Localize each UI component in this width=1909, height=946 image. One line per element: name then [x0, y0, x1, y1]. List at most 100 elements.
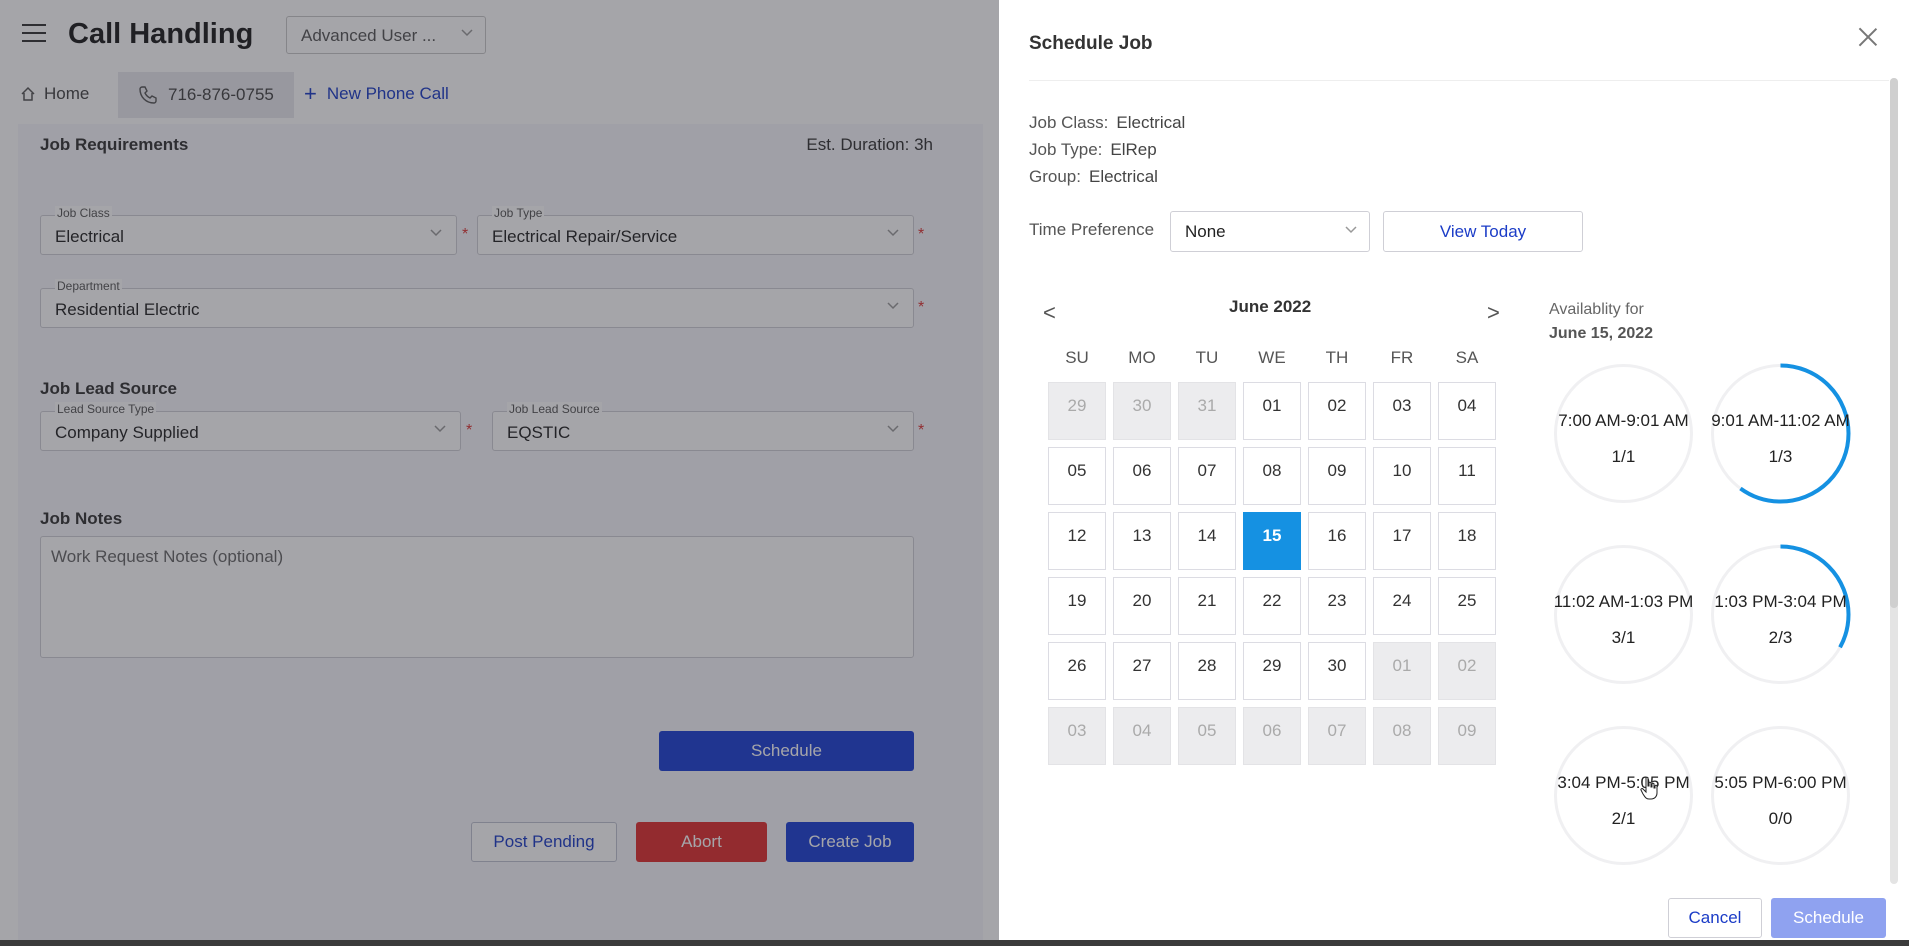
slot-ring-track — [1554, 364, 1693, 503]
group-info-label: Group: — [1029, 167, 1081, 186]
schedule-confirm-button[interactable]: Schedule — [1771, 898, 1886, 938]
availability-date: June 15, 2022 — [1549, 325, 1654, 342]
slot-ring-track — [1711, 726, 1850, 865]
calendar-day[interactable]: 24 — [1373, 577, 1431, 635]
weekday-label: TU — [1195, 348, 1219, 367]
slot-ring — [1711, 726, 1850, 865]
calendar-day[interactable]: 16 — [1308, 512, 1366, 570]
calendar-day[interactable]: 29 — [1243, 642, 1301, 700]
weekday-label: SA — [1455, 348, 1479, 367]
slot-time: 1:03 PM-3:04 PM — [1714, 592, 1847, 611]
slot-time: 3:04 PM-5:05 PM — [1557, 773, 1690, 792]
slot-count: 3/1 — [1611, 628, 1636, 647]
calendar-day[interactable]: 10 — [1373, 447, 1431, 505]
calendar-day[interactable]: 20 — [1113, 577, 1171, 635]
calendar-day[interactable]: 23 — [1308, 577, 1366, 635]
calendar-day[interactable]: 13 — [1113, 512, 1171, 570]
calendar-day[interactable]: 04 — [1438, 382, 1496, 440]
slot-count: 0/0 — [1768, 809, 1793, 828]
time-preference-value: None — [1185, 222, 1226, 241]
call-handling-app: Call Handling Advanced User ... Home 716… — [0, 0, 999, 946]
chevron-down-icon — [1345, 226, 1357, 234]
slot-time: 11:02 AM-1:03 PM — [1553, 592, 1694, 611]
job-type-info: Job Type: ElRep — [1029, 140, 1157, 160]
slot-count: 1/1 — [1611, 447, 1636, 466]
slot-ring — [1554, 726, 1693, 865]
availability-header: Availablity for June 15, 2022 — [1549, 298, 1653, 346]
calendar-day: 02 — [1438, 642, 1496, 700]
weekday-label: MO — [1128, 348, 1156, 367]
calendar-day[interactable]: 18 — [1438, 512, 1496, 570]
slot-count: 1/3 — [1768, 447, 1793, 466]
job-class-info-label: Job Class: — [1029, 113, 1109, 132]
calendar-day[interactable]: 25 — [1438, 577, 1496, 635]
calendar-day: 06 — [1243, 707, 1301, 765]
calendar-day: 31 — [1178, 382, 1236, 440]
slot-ring — [1554, 545, 1693, 684]
weekday-label: WE — [1258, 348, 1286, 367]
availability-slot[interactable]: 11:02 AM-1:03 PM 3/1 — [1551, 542, 1696, 687]
calendar-day[interactable]: 03 — [1373, 382, 1431, 440]
availability-slot[interactable]: 3:04 PM-5:05 PM 2/1 — [1551, 723, 1696, 868]
slot-time: 7:00 AM-9:01 AM — [1558, 411, 1689, 430]
availability-slot[interactable]: 1:03 PM-3:04 PM 2/3 — [1708, 542, 1853, 687]
group-info-value: Electrical — [1088, 167, 1158, 186]
calendar-month: June 2022 — [1229, 297, 1312, 316]
calendar-day[interactable]: 30 — [1308, 642, 1366, 700]
calendar-day[interactable]: 27 — [1113, 642, 1171, 700]
slot-ring — [1710, 544, 1851, 685]
calendar-day[interactable]: 28 — [1178, 642, 1236, 700]
calendar-day: 30 — [1113, 382, 1171, 440]
cancel-button[interactable]: Cancel — [1668, 898, 1762, 938]
calendar-day[interactable]: 07 — [1178, 447, 1236, 505]
slot-ring-track — [1554, 545, 1693, 684]
availability-label: Availablity for — [1549, 301, 1644, 318]
calendar-day[interactable]: 09 — [1308, 447, 1366, 505]
calendar-day: 05 — [1178, 707, 1236, 765]
scrollbar-thumb[interactable] — [1890, 78, 1898, 608]
calendar-day[interactable]: 17 — [1373, 512, 1431, 570]
calendar-day[interactable]: 22 — [1243, 577, 1301, 635]
calendar-day: 29 — [1048, 382, 1106, 440]
close-icon[interactable] — [1857, 26, 1879, 48]
hand-cursor-icon — [1640, 776, 1658, 800]
next-month-chevron-icon[interactable]: > — [1487, 300, 1500, 326]
prev-month-chevron-icon[interactable]: < — [1043, 300, 1056, 326]
job-class-info-value: Electrical — [1116, 113, 1186, 132]
calendar-day[interactable]: 19 — [1048, 577, 1106, 635]
calendar-day[interactable]: 26 — [1048, 642, 1106, 700]
divider — [1029, 80, 1889, 81]
time-preference-label: Time Preference — [1029, 220, 1155, 239]
calendar-day[interactable]: 21 — [1178, 577, 1236, 635]
scrollbar[interactable] — [1890, 78, 1898, 884]
calendar-day[interactable]: 08 — [1243, 447, 1301, 505]
weekday-label: SU — [1065, 348, 1089, 367]
screen: Call Handling Advanced User ... Home 716… — [0, 0, 1909, 946]
calendar-day: 01 — [1373, 642, 1431, 700]
weekday-label: FR — [1390, 348, 1414, 367]
calendar-day[interactable]: 12 — [1048, 512, 1106, 570]
calendar-day[interactable]: 01 — [1243, 382, 1301, 440]
group-info: Group: Electrical — [1029, 167, 1158, 187]
slot-time: 9:01 AM-11:02 AM — [1711, 411, 1850, 430]
calendar-day[interactable]: 14 — [1178, 512, 1236, 570]
calendar-day[interactable]: 02 — [1308, 382, 1366, 440]
calendar-day[interactable]: 11 — [1438, 447, 1496, 505]
calendar-day[interactable]: 05 — [1048, 447, 1106, 505]
taskbar-strip — [0, 940, 1909, 946]
availability-slot[interactable]: 7:00 AM-9:01 AM 1/1 — [1551, 361, 1696, 506]
calendar-day: 09 — [1438, 707, 1496, 765]
modal-backdrop[interactable] — [0, 0, 999, 946]
calendar-day: 07 — [1308, 707, 1366, 765]
slot-count: 2/1 — [1611, 809, 1636, 828]
calendar-day[interactable]: 15 — [1243, 512, 1301, 570]
availability-slot[interactable]: 5:05 PM-6:00 PM 0/0 — [1708, 723, 1853, 868]
availability-slot[interactable]: 9:01 AM-11:02 AM 1/3 — [1708, 361, 1853, 506]
job-type-info-label: Job Type: — [1029, 140, 1103, 159]
slot-ring-track — [1554, 726, 1693, 865]
calendar-day[interactable]: 06 — [1113, 447, 1171, 505]
time-preference-select[interactable]: None — [1170, 211, 1370, 252]
slot-ring — [1554, 364, 1693, 503]
slot-count: 2/3 — [1768, 628, 1793, 647]
view-today-button[interactable]: View Today — [1383, 211, 1583, 252]
